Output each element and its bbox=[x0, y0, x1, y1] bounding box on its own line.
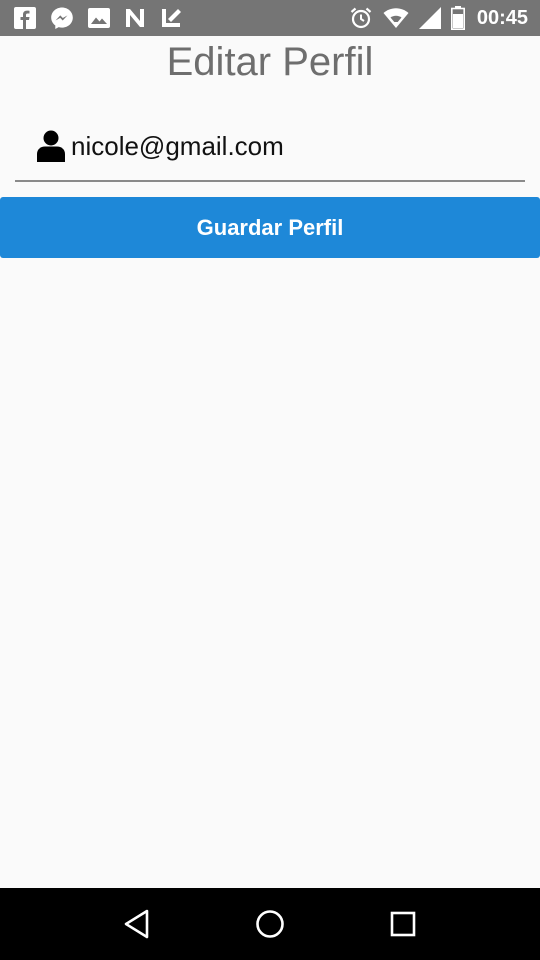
back-icon[interactable] bbox=[107, 894, 167, 954]
notification-icons bbox=[14, 6, 196, 30]
messenger-icon bbox=[50, 6, 74, 30]
navigation-bar bbox=[0, 888, 540, 960]
alarm-icon bbox=[349, 6, 373, 30]
user-icon bbox=[37, 130, 65, 162]
recents-icon[interactable] bbox=[373, 894, 433, 954]
signal-icon bbox=[418, 7, 441, 29]
n-app-icon bbox=[124, 7, 146, 29]
page-title: Editar Perfil bbox=[166, 40, 374, 84]
email-value[interactable]: nicole@gmail.com bbox=[71, 131, 284, 162]
battery-icon bbox=[450, 6, 465, 30]
feedly-icon bbox=[160, 7, 182, 29]
facebook-icon bbox=[14, 7, 36, 29]
save-profile-button[interactable]: Guardar Perfil bbox=[0, 197, 540, 258]
screen: 00:45 Editar Perfil nicole@gmail.com Gua… bbox=[0, 0, 540, 960]
wifi-icon bbox=[383, 7, 409, 29]
status-bar: 00:45 bbox=[0, 0, 540, 36]
home-icon[interactable] bbox=[240, 894, 300, 954]
status-time: 00:45 bbox=[476, 6, 528, 29]
email-field[interactable]: nicole@gmail.com bbox=[15, 112, 525, 182]
system-icons: 00:45 bbox=[339, 6, 528, 30]
gallery-icon bbox=[88, 8, 110, 28]
